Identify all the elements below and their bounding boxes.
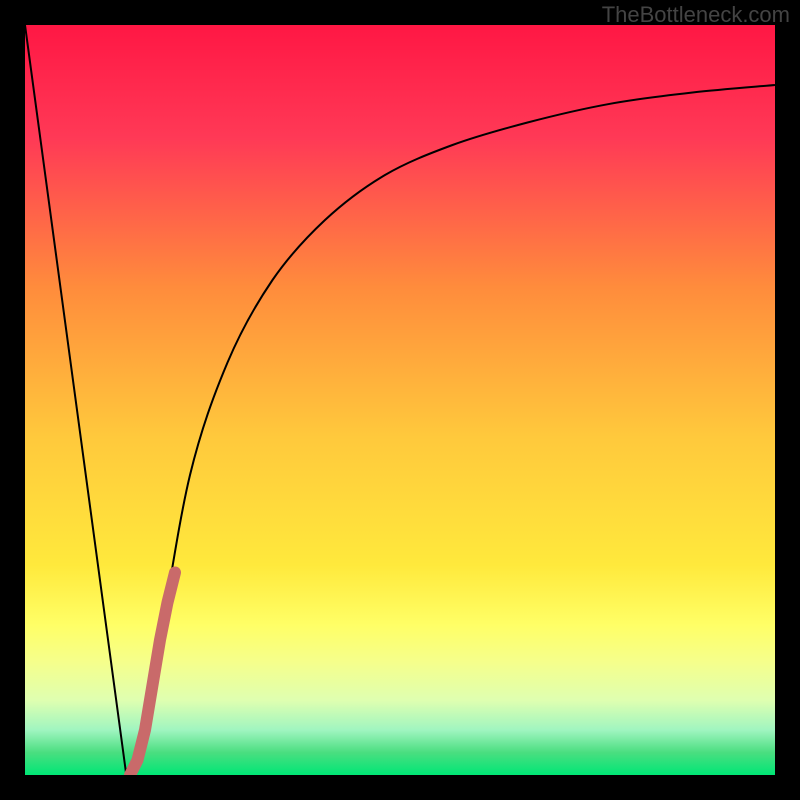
plot-area	[25, 25, 775, 775]
curve-overlay	[25, 25, 775, 775]
watermark-text: TheBottleneck.com	[602, 2, 790, 28]
main-curve	[25, 25, 775, 775]
chart-container: TheBottleneck.com	[0, 0, 800, 800]
highlight-segment	[130, 573, 175, 776]
